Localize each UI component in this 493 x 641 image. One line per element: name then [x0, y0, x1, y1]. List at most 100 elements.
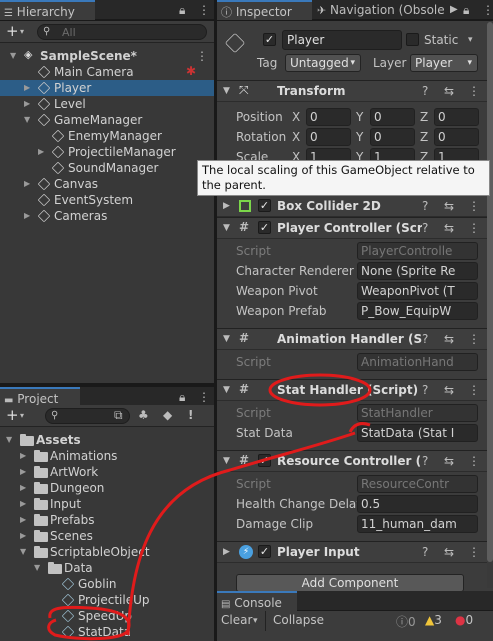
kebab-menu-icon[interactable]: ⋮: [482, 3, 493, 17]
collapse-arrow-icon[interactable]: ▶: [24, 176, 34, 192]
search-by-type-icon[interactable]: ⧉: [114, 408, 123, 422]
transform-z-field[interactable]: 0: [434, 108, 479, 126]
component-enabled-checkbox[interactable]: ✓: [258, 454, 271, 467]
component-menu-icon[interactable]: ⋮: [468, 221, 480, 235]
transform-z-field[interactable]: 0: [434, 128, 479, 146]
expand-arrow-icon[interactable]: ▼: [20, 544, 30, 560]
expand-arrow-icon[interactable]: ▼: [24, 112, 34, 128]
stat-handler-header[interactable]: ▼ # Stat Handler (Script) ? ⇆ ⋮: [217, 379, 487, 401]
component-menu-icon[interactable]: ⋮: [468, 454, 480, 468]
hierarchy-item[interactable]: EventSystem: [0, 192, 214, 208]
box-collider-header[interactable]: ▶ ✓ Box Collider 2D ? ⇆ ⋮: [217, 195, 487, 217]
project-tab[interactable]: ▬ Project: [0, 387, 80, 407]
axis-label-y[interactable]: Y: [356, 130, 363, 144]
preset-icon[interactable]: ⇆: [444, 383, 454, 397]
navigation-tab[interactable]: ✈ Navigation (Obsole: [317, 0, 457, 20]
console-tab[interactable]: ▤ Console: [217, 591, 297, 611]
lock-icon[interactable]: 🔒︎: [179, 3, 185, 17]
property-field[interactable]: StatHandler: [357, 404, 478, 422]
preset-icon[interactable]: ⇆: [444, 332, 454, 346]
foldout-icon[interactable]: ▼: [223, 454, 230, 468]
hierarchy-item[interactable]: EnemyManager: [0, 128, 214, 144]
preset-icon[interactable]: ⇆: [444, 199, 454, 213]
object-name-input[interactable]: Player: [282, 30, 402, 50]
axis-label-y[interactable]: Y: [356, 110, 363, 124]
help-icon[interactable]: ?: [422, 221, 428, 235]
foldout-icon[interactable]: ▼: [223, 332, 230, 346]
active-checkbox[interactable]: ✓: [263, 33, 276, 46]
hierarchy-item[interactable]: ▶ Canvas: [0, 176, 214, 192]
expand-arrow-icon[interactable]: ▼: [34, 560, 44, 576]
scrollbar-thumb[interactable]: [487, 22, 493, 562]
preset-icon[interactable]: ⇆: [444, 545, 454, 559]
transform-header[interactable]: ▼ ⤧ Transform ? ⇆ ⋮: [217, 80, 487, 102]
warning-count-badge[interactable]: ▲3: [425, 613, 442, 627]
project-item[interactable]: ▶ Scenes: [0, 528, 214, 544]
warning-filter-icon[interactable]: !: [188, 408, 193, 422]
help-icon[interactable]: ?: [422, 383, 428, 397]
transform-y-field[interactable]: 0: [370, 128, 415, 146]
collapse-arrow-icon[interactable]: ▶: [20, 528, 30, 544]
error-count-badge[interactable]: ●0: [455, 613, 473, 627]
preset-icon[interactable]: ⇆: [444, 221, 454, 235]
project-item[interactable]: ▼ ScriptableObject: [0, 544, 214, 560]
transform-x-field[interactable]: 0: [306, 128, 351, 146]
collapse-arrow-icon[interactable]: ▶: [20, 512, 30, 528]
preset-icon[interactable]: ⇆: [444, 454, 454, 468]
property-field[interactable]: ResourceContr: [357, 475, 478, 493]
collapse-arrow-icon[interactable]: ▶: [24, 80, 34, 96]
component-menu-icon[interactable]: ⋮: [468, 545, 480, 559]
property-field[interactable]: WeaponPivot (T: [357, 282, 478, 300]
foldout-icon[interactable]: ▼: [223, 383, 230, 397]
kebab-menu-icon[interactable]: ⋮: [198, 3, 210, 17]
axis-label-z[interactable]: Z: [420, 110, 428, 124]
add-icon[interactable]: +: [6, 408, 19, 423]
component-enabled-checkbox[interactable]: ✓: [258, 199, 271, 212]
player-controller-header[interactable]: ▼ # ✓ Player Controller (Script ? ⇆ ⋮: [217, 217, 487, 239]
foldout-icon[interactable]: ▶: [223, 545, 230, 559]
collapse-arrow-icon[interactable]: ▶: [20, 448, 30, 464]
clear-button[interactable]: Clear: [221, 613, 252, 627]
clear-dropdown-icon[interactable]: ▾: [253, 614, 258, 628]
project-item[interactable]: ▼ Data: [0, 560, 214, 576]
static-dropdown-icon[interactable]: ▾: [468, 33, 473, 47]
collapse-arrow-icon[interactable]: ▶: [20, 496, 30, 512]
help-icon[interactable]: ?: [422, 199, 428, 213]
collapse-arrow-icon[interactable]: ▶: [24, 208, 34, 224]
hierarchy-item[interactable]: ▼ ◈ SampleScene* ⋮: [0, 48, 214, 64]
project-item[interactable]: ▶ Input: [0, 496, 214, 512]
component-enabled-checkbox[interactable]: ✓: [258, 221, 271, 234]
dropdown-arrow-icon[interactable]: ▾: [20, 25, 24, 39]
hierarchy-search-input[interactable]: ⚲ All: [37, 24, 207, 40]
project-item[interactable]: StatData: [0, 624, 214, 640]
component-menu-icon[interactable]: ⋮: [468, 332, 480, 346]
collapse-arrow-icon[interactable]: ▶: [20, 480, 30, 496]
help-icon[interactable]: ?: [422, 332, 428, 346]
resource-controller-header[interactable]: ▼ # ✓ Resource Controller (Scr ? ⇆ ⋮: [217, 450, 487, 472]
component-menu-icon[interactable]: ⋮: [468, 383, 480, 397]
player-input-header[interactable]: ▶ ⚡ ✓ Player Input ? ⇆ ⋮: [217, 541, 487, 563]
property-field[interactable]: 11_human_dam: [357, 515, 478, 533]
transform-y-field[interactable]: 0: [370, 108, 415, 126]
collapse-arrow-icon[interactable]: ▶: [24, 96, 34, 112]
hierarchy-tab[interactable]: ☰ Hierarchy: [0, 0, 95, 20]
axis-label-z[interactable]: Z: [420, 130, 428, 144]
help-icon[interactable]: ?: [422, 454, 428, 468]
axis-label-x[interactable]: X: [292, 130, 300, 144]
hierarchy-item[interactable]: ▶ Cameras: [0, 208, 214, 224]
collapse-button[interactable]: Collapse: [273, 613, 324, 627]
expand-arrow-icon[interactable]: ▼: [6, 432, 16, 448]
project-item[interactable]: ProjectileUp: [0, 592, 214, 608]
collapse-arrow-icon[interactable]: ▶: [20, 464, 30, 480]
property-field[interactable]: P_Bow_EquipW: [357, 302, 478, 320]
project-item[interactable]: Goblin: [0, 576, 214, 592]
property-field[interactable]: StatData (Stat I: [357, 424, 478, 442]
project-item[interactable]: SpeedUp: [0, 608, 214, 624]
static-checkbox[interactable]: [406, 33, 419, 46]
kebab-menu-icon[interactable]: ⋮: [198, 390, 210, 404]
preset-icon[interactable]: ⇆: [444, 84, 454, 98]
property-field[interactable]: AnimationHand: [357, 353, 478, 371]
dropdown-arrow-icon[interactable]: ▾: [20, 409, 24, 423]
add-icon[interactable]: +: [6, 24, 19, 39]
project-item[interactable]: ▶ Animations: [0, 448, 214, 464]
